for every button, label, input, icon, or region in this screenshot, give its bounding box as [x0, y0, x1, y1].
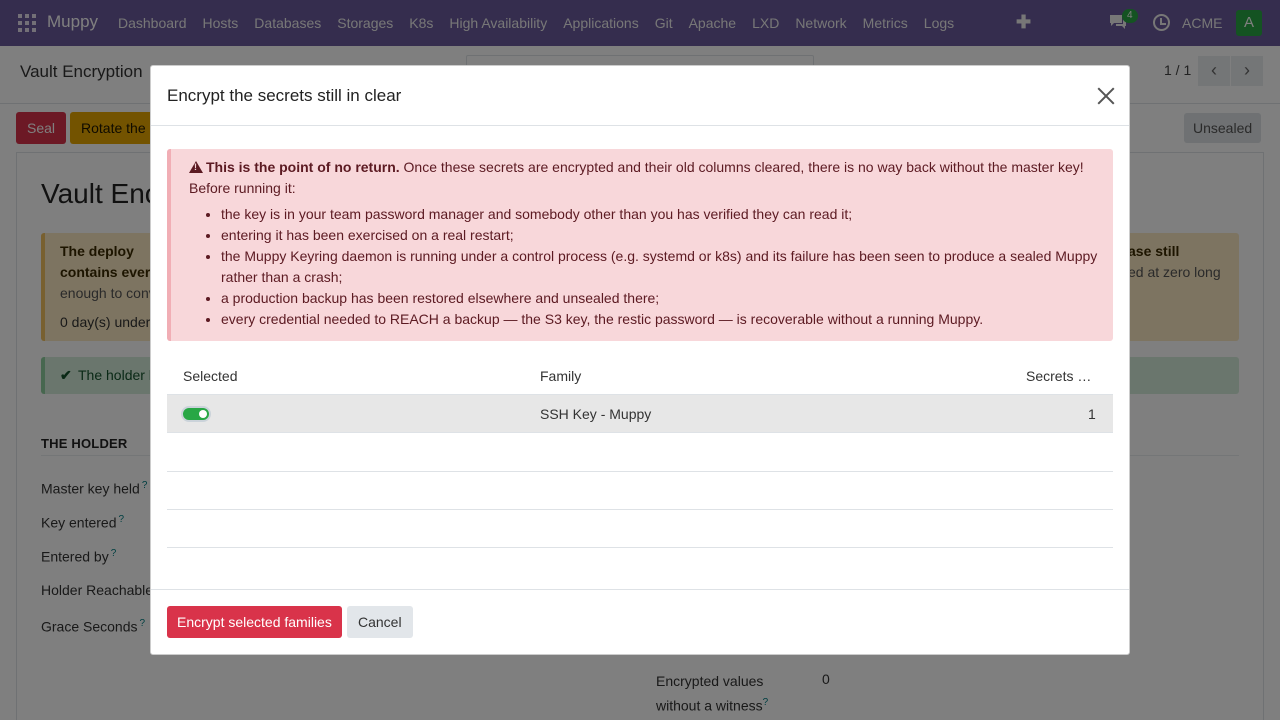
cancel-button[interactable]: Cancel	[347, 606, 413, 638]
column-header-selected[interactable]: Selected	[183, 368, 237, 384]
column-header-family[interactable]: Family	[540, 368, 581, 384]
alert-headline: This is the point of no return. Once the…	[189, 159, 1084, 175]
encrypt-selected-button[interactable]: Encrypt selected families	[167, 606, 342, 638]
checklist-item: every credential needed to REACH a backu…	[221, 309, 1103, 330]
checklist-item: a production backup has been restored el…	[221, 288, 1103, 309]
column-header-secrets[interactable]: Secrets …	[1026, 368, 1091, 384]
dialog-title: Encrypt the secrets still in clear	[167, 86, 402, 105]
checklist-item: the key is in your team password manager…	[221, 204, 1103, 225]
selected-toggle[interactable]	[181, 406, 211, 422]
danger-alert: This is the point of no return. Once the…	[167, 149, 1113, 341]
close-icon[interactable]	[1096, 86, 1116, 106]
table-row[interactable]: SSH Key - Muppy 1	[167, 395, 1113, 433]
alert-checklist: the key is in your team password manager…	[203, 204, 1103, 330]
warning-icon	[189, 161, 203, 173]
alert-before-text: Before running it:	[189, 180, 296, 196]
dialog-header-divider	[151, 125, 1129, 126]
table-header: Selected Family Secrets …	[167, 356, 1113, 395]
dialog-footer-divider	[151, 589, 1129, 590]
empty-row	[167, 510, 1113, 548]
checklist-item: the Muppy Keyring daemon is running unde…	[221, 246, 1103, 288]
secrets-count-cell: 1	[1088, 406, 1096, 422]
family-cell: SSH Key - Muppy	[540, 406, 652, 422]
empty-row	[167, 472, 1113, 510]
encrypt-dialog: Encrypt the secrets still in clear This …	[150, 65, 1130, 655]
empty-row	[167, 434, 1113, 472]
checklist-item: entering it has been exercised on a real…	[221, 225, 1103, 246]
